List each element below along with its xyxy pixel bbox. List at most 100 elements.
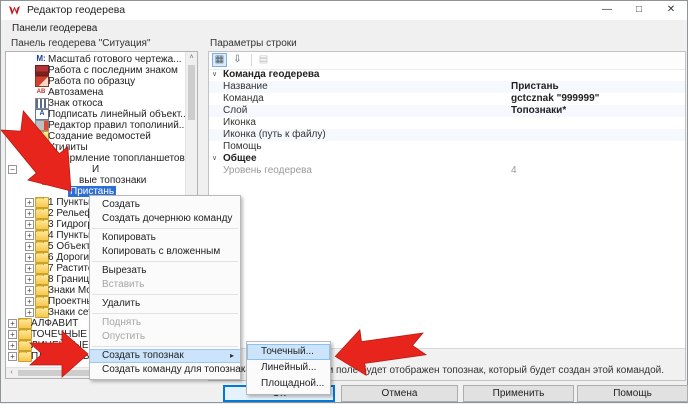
context-menu-item[interactable]: Создать топознак▸ xyxy=(90,349,240,363)
minimize-button[interactable]: — xyxy=(591,1,623,20)
tree-item[interactable]: Оформление топопланшетов xyxy=(6,153,185,164)
property-pages-icon[interactable]: ▤ xyxy=(256,53,271,67)
property-label: Команда xyxy=(223,93,264,105)
context-menu-item[interactable]: Удалить xyxy=(90,297,240,311)
create-symbol-submenu: Точечный...Линейный...Площадной... xyxy=(246,341,331,395)
context-menu-item[interactable]: Вставить xyxy=(90,278,240,292)
expand-expander-icon[interactable]: + xyxy=(8,341,17,350)
context-menu-item[interactable]: Создать команду для топознака... xyxy=(90,363,240,377)
help-button[interactable]: Помощь xyxy=(577,385,688,402)
maximize-button[interactable]: □ xyxy=(623,1,655,20)
context-menu-item[interactable]: Вырезать xyxy=(90,264,240,278)
expand-expander-icon[interactable]: + xyxy=(25,297,34,306)
property-value[interactable]: Топознаки* xyxy=(511,105,566,117)
tree-item-label: ЛИНЕЙНЫЕ xyxy=(31,340,89,351)
expand-expander-icon[interactable]: + xyxy=(25,209,34,218)
submenu-item[interactable]: Линейный... xyxy=(247,360,330,376)
menu-panels[interactable]: Панели геодерева xyxy=(7,21,102,36)
last-sign-icon xyxy=(35,65,49,76)
property-row[interactable]: Иконка xyxy=(209,117,685,129)
tree-item-label: Проектны xyxy=(48,296,94,307)
folder-icon xyxy=(18,318,32,329)
tree-item[interactable]: −вые топознаки xyxy=(6,175,185,186)
property-row[interactable]: СлойТопознаки* xyxy=(209,105,685,117)
expand-expander-icon[interactable]: + xyxy=(25,143,34,152)
tree-item[interactable]: AПодписать линейный объект... xyxy=(6,109,185,120)
expand-expander-icon[interactable]: + xyxy=(25,132,34,141)
categorized-view-icon[interactable]: ▦ xyxy=(212,53,227,67)
context-menu-item[interactable]: Опустить xyxy=(90,330,240,344)
scroll-up-icon[interactable]: ˄ xyxy=(186,53,197,63)
tree-item[interactable]: +Утилиты xyxy=(6,142,185,153)
app-logo-icon xyxy=(8,4,21,17)
submenu-item[interactable]: Площадной... xyxy=(247,376,330,392)
property-value[interactable]: gctcznak "999999" xyxy=(511,93,599,105)
property-value[interactable]: Пристань xyxy=(511,81,559,93)
sort-alphabetical-icon[interactable]: ⇩ xyxy=(230,53,245,67)
property-category-row[interactable]: ∨Общее xyxy=(209,153,685,165)
property-row[interactable]: Иконка (путь к файлу) xyxy=(209,129,685,141)
context-menu-item[interactable]: Копировать xyxy=(90,231,240,245)
tree-item-label: Работа с последним знаком xyxy=(48,65,178,76)
property-row[interactable]: Помощь xyxy=(209,141,685,153)
collapse-expander-icon[interactable]: − xyxy=(8,165,17,174)
folder-icon xyxy=(35,263,49,274)
property-label: Иконка xyxy=(223,117,256,129)
window-controls: —□✕ xyxy=(591,1,687,20)
expand-expander-icon[interactable]: + xyxy=(25,198,34,207)
close-button[interactable]: ✕ xyxy=(655,1,687,20)
context-menu-item-label: Создать xyxy=(102,199,140,210)
context-menu-item[interactable]: Поднять xyxy=(90,316,240,330)
expand-expander-icon[interactable]: + xyxy=(25,275,34,284)
tree-item[interactable]: Редактор правил тополиний... xyxy=(6,120,185,131)
expand-expander-icon[interactable]: + xyxy=(8,319,17,328)
expand-expander-icon[interactable]: + xyxy=(8,330,17,339)
property-grid: ∨ Команда геодереваНазваниеПристаньКоманд… xyxy=(209,69,685,177)
chevron-down-icon[interactable]: ∨ xyxy=(212,69,217,81)
collapse-expander-icon[interactable]: − xyxy=(42,176,51,185)
expand-expander-icon[interactable]: + xyxy=(25,242,34,251)
property-category-row[interactable]: ∨ Команда геодерева xyxy=(209,69,685,81)
tree-item-label: Оформление топопланшетов xyxy=(48,153,185,164)
expand-expander-icon[interactable]: + xyxy=(25,220,34,229)
expand-expander-icon[interactable]: + xyxy=(25,231,34,240)
chevron-down-icon[interactable]: ∨ xyxy=(212,153,217,165)
context-menu-item[interactable]: Копировать с вложенным xyxy=(90,245,240,259)
tree-item[interactable]: Работа по образцу xyxy=(6,76,185,87)
context-menu-item-label: Создать команду для топознака... xyxy=(102,364,259,375)
property-value[interactable]: 4 xyxy=(511,165,517,177)
context-menu-item-label: Копировать с вложенным xyxy=(102,246,220,257)
context-menu: Создать Создать дочернюю команду Копироват… xyxy=(89,195,241,380)
tree-item[interactable]: Работа с последним знаком xyxy=(6,65,185,76)
tree-item[interactable]: М:Масштаб готового чертежа... xyxy=(6,54,185,65)
tree-item-label: 6 Дороги xyxy=(48,252,89,263)
submenu-item[interactable]: Точечный... xyxy=(247,344,330,360)
expand-expander-icon[interactable]: + xyxy=(8,352,17,361)
property-label: Команда геодерева xyxy=(223,69,320,81)
expand-expander-icon[interactable]: + xyxy=(25,253,34,262)
cancel-button[interactable]: Отмена xyxy=(341,385,458,402)
tree-item[interactable]: +Создание ведомостей xyxy=(6,131,185,142)
apply-button[interactable]: Применить xyxy=(463,385,574,402)
tree-item[interactable]: АВАвтозамена xyxy=(6,87,185,98)
properties-toolbar: ▦⇩ ▤ xyxy=(209,52,685,70)
tree-item-label: 1 Пункты xyxy=(48,197,90,208)
property-row[interactable]: Команда gctcznak "999999" xyxy=(209,93,685,105)
folder-icon xyxy=(35,252,49,263)
property-row[interactable]: НазваниеПристань xyxy=(209,81,685,93)
toolbar-separator xyxy=(251,54,252,66)
tree-item[interactable]: −И xyxy=(6,164,185,175)
context-menu-item[interactable]: Создать дочернюю команду xyxy=(90,212,240,226)
tree-item[interactable]: Знак откоса xyxy=(6,98,185,109)
property-row[interactable]: Уровень геодерева4 xyxy=(209,165,685,177)
context-menu-item[interactable]: Создать xyxy=(90,198,240,212)
horizontal-scroll-thumb[interactable] xyxy=(18,370,93,376)
expand-expander-icon[interactable]: + xyxy=(25,286,34,295)
tree-item-label: Масштаб готового чертежа... xyxy=(48,54,182,65)
folder-icon xyxy=(18,329,32,340)
expand-expander-icon[interactable]: + xyxy=(25,264,34,273)
vertical-scroll-thumb[interactable] xyxy=(188,65,195,120)
title-bar: Редактор геодерева —□✕ xyxy=(1,1,687,20)
scroll-left-icon[interactable]: ‹ xyxy=(6,368,17,377)
expand-expander-icon[interactable]: + xyxy=(25,308,34,317)
